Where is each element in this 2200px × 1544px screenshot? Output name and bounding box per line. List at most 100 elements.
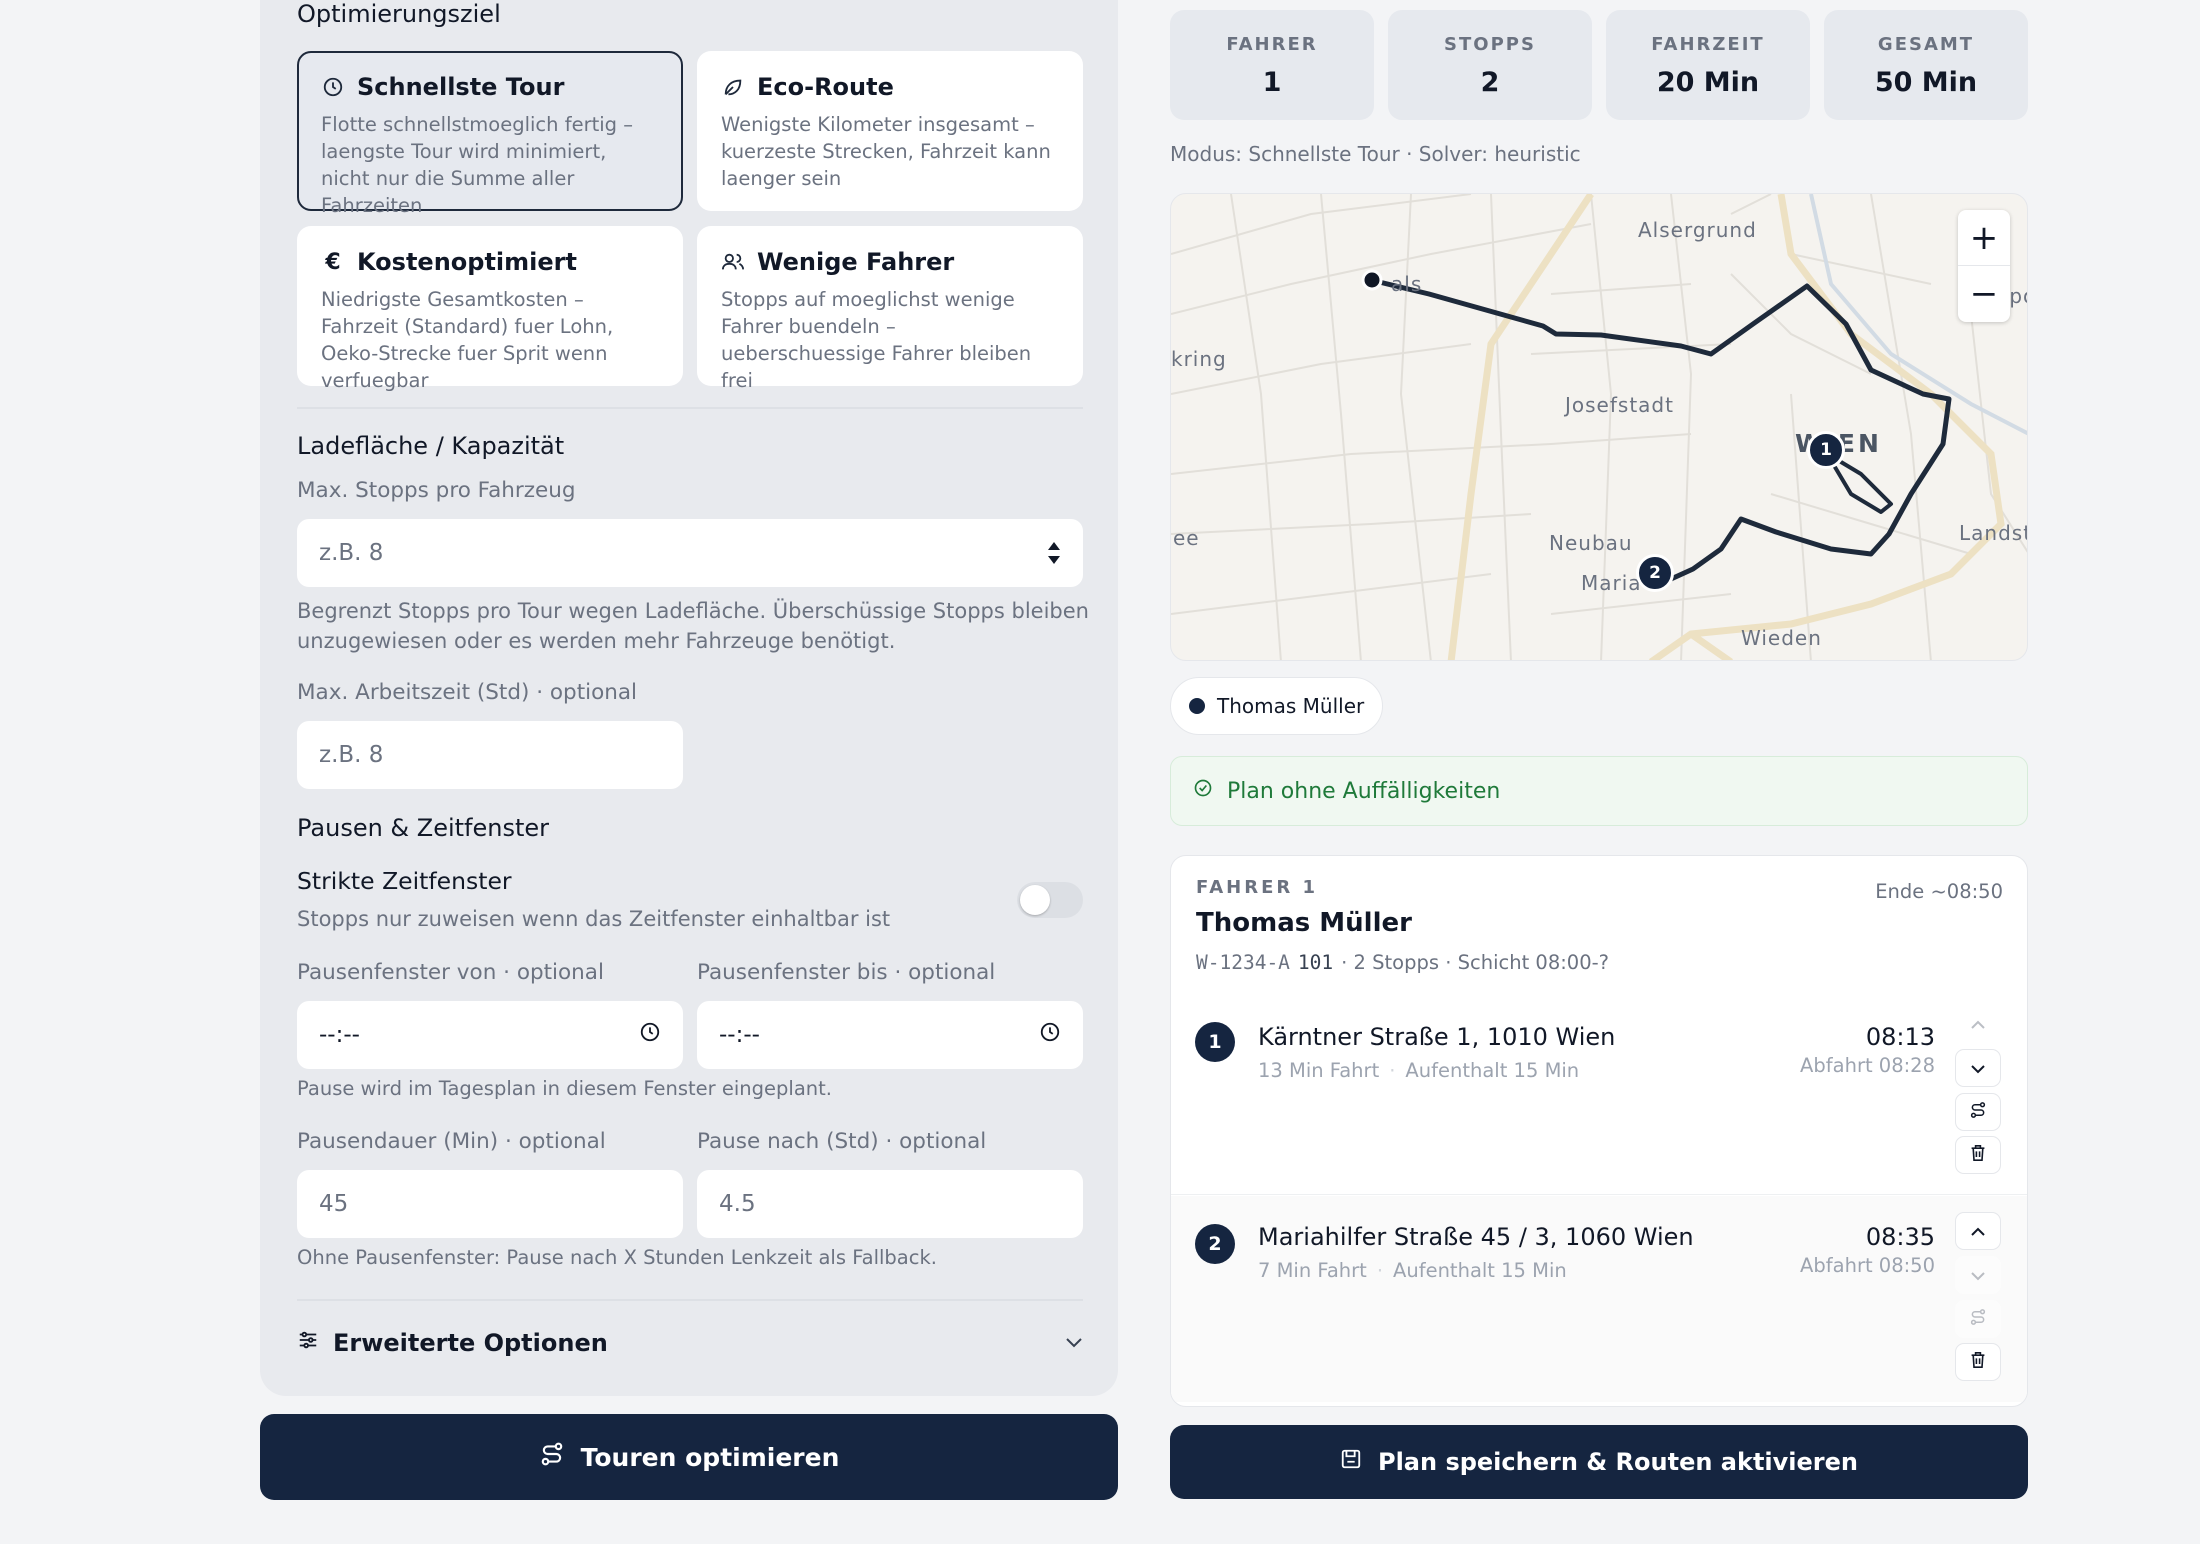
goal-card-fastest[interactable]: Schnellste Tour Flotte schnellstmoeglich…	[297, 51, 683, 217]
max-work-input[interactable]: z.B. 8	[297, 721, 683, 789]
break-after-input[interactable]: 4.5	[697, 1170, 1083, 1238]
stop-drive-time: 13 Min Fahrt	[1258, 1059, 1380, 1082]
driver-chip[interactable]: Thomas Müller	[1170, 677, 1384, 735]
stat-label: STOPPS	[1444, 34, 1536, 55]
chevron-up-icon	[1970, 1015, 1986, 1034]
map-marker-stop-2[interactable]: 2	[1636, 554, 1674, 592]
map-label-als: als	[1391, 272, 1423, 296]
max-work-placeholder: z.B. 8	[319, 742, 384, 768]
users-icon	[721, 250, 745, 274]
chevron-down-icon	[1970, 1266, 1986, 1285]
goal-title: Schnellste Tour	[357, 73, 565, 101]
euro-icon: €	[325, 249, 341, 275]
clock-icon[interactable]	[1039, 1021, 1061, 1049]
zoom-control: + −	[1958, 210, 2010, 322]
delete-stop-button[interactable]	[1955, 1343, 2001, 1381]
stop-row[interactable]: 1 Kärntner Straße 1, 1010 Wien 13 Min Fa…	[1171, 989, 2027, 1195]
map-marker-stop-1[interactable]: 1	[1807, 431, 1845, 469]
map-label-landstrasse: Landst	[1959, 521, 2028, 545]
stop-meta: 13 Min Fahrt · Aufenthalt 15 Min	[1258, 1059, 1580, 1082]
map-label-maria: Maria	[1581, 571, 1642, 595]
save-plan-button[interactable]: Plan speichern & Routen aktivieren	[1170, 1425, 2028, 1499]
strict-window-title: Strikte Zeitfenster	[297, 867, 512, 895]
break-to-value: --:--	[719, 1022, 760, 1048]
break-after-label: Pause nach (Std) · optional	[697, 1129, 987, 1154]
trash-icon	[1970, 1351, 1986, 1373]
goal-description: Niedrigste Gesamtkosten – Fahrzeit (Stan…	[321, 288, 614, 392]
tour-summary: · 2 Stopps · Schicht 08:00-?	[1341, 951, 1610, 974]
map-label-neubau: Neubau	[1549, 531, 1633, 555]
goal-title: Kostenoptimiert	[357, 248, 577, 276]
break-from-input[interactable]: --:--	[297, 1001, 683, 1069]
breaks-title: Pausen & Zeitfenster	[297, 814, 550, 842]
move-up-button[interactable]	[1955, 1005, 2001, 1043]
max-stops-input[interactable]: z.B. 8	[297, 519, 1083, 587]
driver-name: Thomas Müller	[1196, 908, 1412, 938]
fallback-hint: Ohne Pausenfenster: Pause nach X Stunden…	[297, 1246, 937, 1269]
break-from-value: --:--	[319, 1022, 360, 1048]
toggle-knob	[1020, 885, 1050, 915]
zoom-out-button[interactable]: −	[1958, 266, 2010, 322]
driver-chip-label: Thomas Müller	[1217, 694, 1365, 718]
chevron-down-icon	[1970, 1059, 1986, 1078]
divider	[297, 1299, 1083, 1301]
goal-section-title: Optimierungsziel	[297, 0, 501, 28]
stop-row[interactable]: 2 Mariahilfer Straße 45 / 3, 1060 Wien 7…	[1171, 1196, 2027, 1402]
vehicle-line: W-1234-A 101 · 2 Stopps · Schicht 08:00-…	[1196, 951, 1609, 974]
goal-title: Eco-Route	[757, 73, 894, 101]
stop-number: 1	[1195, 1022, 1235, 1062]
stop-stay-time: Aufenthalt 15 Min	[1405, 1059, 1580, 1082]
stop-arrival: 08:35	[1865, 1223, 1935, 1251]
clock-icon[interactable]	[639, 1021, 661, 1049]
optimize-tours-button[interactable]: Touren optimieren	[260, 1414, 1118, 1500]
driver-color-dot	[1189, 698, 1205, 714]
stat-card-stops: STOPPS 2	[1388, 10, 1592, 120]
route-icon	[539, 1441, 565, 1473]
max-stops-hint: Begrenzt Stopps pro Tour wegen Ladefläch…	[297, 599, 1089, 653]
strict-window-toggle[interactable]	[1017, 882, 1083, 918]
check-circle-icon	[1193, 778, 1213, 804]
goal-card-cost[interactable]: € Kostenoptimiert Niedrigste Gesamtkosten…	[297, 226, 683, 392]
stat-card-drivers: FAHRER 1	[1170, 10, 1374, 120]
driver-number-label: FAHRER 1	[1196, 877, 1319, 898]
route-icon	[1969, 1101, 1987, 1123]
route-icon	[1969, 1308, 1987, 1330]
break-to-input[interactable]: --:--	[697, 1001, 1083, 1069]
tour-card: FAHRER 1 Ende ~08:50 Thomas Müller W-123…	[1170, 855, 2028, 1407]
route-map[interactable]: Alsergrund Josefstadt Neubau Maria Wiede…	[1170, 193, 2028, 661]
stat-label: FAHRER	[1226, 34, 1318, 55]
move-down-button[interactable]	[1955, 1256, 2001, 1294]
reassign-button[interactable]	[1955, 1093, 2001, 1131]
status-text: Plan ohne Auffälligkeiten	[1227, 778, 1501, 804]
move-down-button[interactable]	[1955, 1049, 2001, 1087]
goal-card-few-drivers[interactable]: Wenige Fahrer Stopps auf moeglichst weni…	[697, 226, 1083, 392]
max-stops-placeholder: z.B. 8	[319, 540, 384, 566]
stop-departure: Abfahrt 08:50	[1800, 1254, 1935, 1277]
stat-card-drive-time: FAHRZEIT 20 Min	[1606, 10, 1810, 120]
save-plan-label: Plan speichern & Routen aktivieren	[1377, 1448, 1859, 1476]
strict-window-desc: Stopps nur zuweisen wenn das Zeitfenster…	[297, 907, 891, 931]
goal-title: Wenige Fahrer	[757, 248, 955, 276]
capacity-title: Ladefläche / Kapazität	[297, 432, 565, 460]
break-duration-input[interactable]: 45	[297, 1170, 683, 1238]
number-stepper-icon[interactable]	[1047, 541, 1061, 565]
delete-stop-button[interactable]	[1955, 1136, 2001, 1174]
max-stops-label: Max. Stopps pro Fahrzeug	[297, 478, 576, 503]
stop-meta: 7 Min Fahrt · Aufenthalt 15 Min	[1258, 1259, 1567, 1282]
stop-address: Kärntner Straße 1, 1010 Wien	[1258, 1023, 1616, 1051]
goal-card-eco[interactable]: Eco-Route Wenigste Kilometer insgesamt –…	[697, 51, 1083, 211]
advanced-options-label: Erweiterte Optionen	[333, 1329, 608, 1357]
stat-value: 20 Min	[1656, 67, 1760, 98]
sliders-icon	[297, 1329, 319, 1357]
goal-description: Flotte schnellstmoeglich fertig – laengs…	[321, 113, 633, 217]
move-up-button[interactable]	[1955, 1212, 2001, 1250]
goal-description: Wenigste Kilometer insgesamt – kuerzeste…	[721, 113, 1051, 190]
break-to-label: Pausenfenster bis · optional	[697, 960, 996, 985]
reassign-button[interactable]	[1955, 1300, 2001, 1338]
zoom-in-button[interactable]: +	[1958, 210, 2010, 266]
vehicle-number: 101	[1297, 951, 1334, 974]
advanced-options-toggle[interactable]: Erweiterte Optionen	[297, 1326, 1083, 1360]
license-plate: W-1234-A	[1196, 951, 1290, 974]
clock-icon	[321, 75, 345, 99]
stat-card-total: GESAMT 50 Min	[1824, 10, 2028, 120]
